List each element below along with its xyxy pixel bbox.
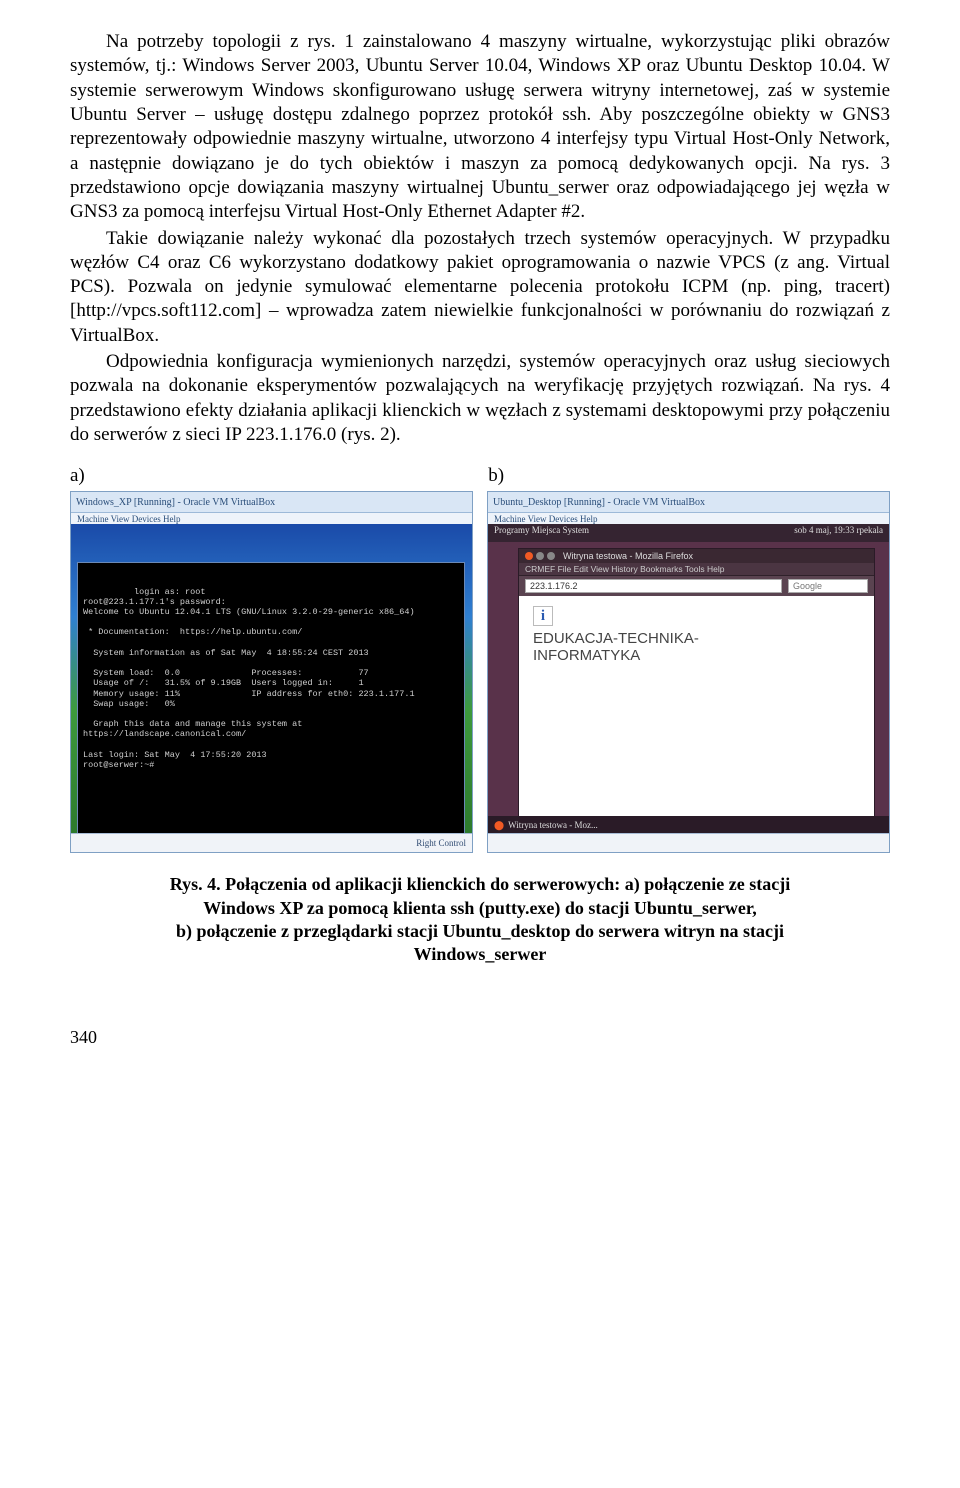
figure-caption: Rys. 4. Połączenia od aplikacji kliencki…: [70, 873, 890, 967]
page-heading-line2: INFORMATYKA: [533, 647, 860, 664]
firefox-viewport: i EDUKACJA-TECHNIKA- INFORMATYKA: [519, 596, 874, 816]
page-heading-line1: EDUKACJA-TECHNIKA-: [533, 630, 860, 647]
vbox-titlebar-b: Ubuntu_Desktop [Running] - Oracle VM Vir…: [488, 492, 889, 513]
ubuntu-desktop: Programy Miejsca System sob 4 maj, 19:33…: [488, 524, 889, 834]
caption-line4: Windows_serwer: [414, 944, 547, 964]
vbox-statusbar-b: [488, 833, 889, 852]
firefox-window[interactable]: Witryna testowa - Mozilla Firefox CRMEF …: [518, 548, 875, 817]
gnome-panel-right: sob 4 maj, 19:33 rpekala: [794, 525, 883, 541]
taskbar-entry[interactable]: Witryna testowa - Moz...: [508, 820, 598, 830]
caption-line1: Rys. 4. Połączenia od aplikacji kliencki…: [170, 874, 790, 894]
screenshot-ubuntu: Ubuntu_Desktop [Running] - Oracle VM Vir…: [487, 491, 890, 853]
paragraph-1: Na potrzeby topologii z rys. 1 zainstalo…: [70, 30, 890, 225]
firefox-titlebar: Witryna testowa - Mozilla Firefox: [519, 549, 874, 563]
vbox-title-a: Windows_XP [Running] - Oracle VM Virtual…: [76, 497, 275, 508]
subfigure-labels: a) b): [70, 465, 890, 487]
caption-line3: b) połączenie z przeglądarki stacji Ubun…: [176, 921, 784, 941]
search-field[interactable]: Google: [788, 579, 868, 593]
close-icon[interactable]: [525, 552, 533, 560]
gnome-panel-left: Programy Miejsca System: [494, 525, 589, 541]
paragraph-2: Takie dowiązanie należy wykonać dla pozo…: [70, 227, 890, 349]
address-bar[interactable]: 223.1.176.2: [525, 579, 782, 593]
label-a: a): [70, 465, 472, 487]
info-icon: i: [533, 606, 553, 626]
firefox-menubar[interactable]: CRMEF File Edit View History Bookmarks T…: [519, 563, 874, 576]
page-number: 340: [70, 1027, 890, 1048]
label-b: b): [480, 465, 890, 487]
putty-output: login as: root root@223.1.177.1's passwo…: [83, 587, 415, 770]
paragraph-3: Odpowiednia konfiguracja wymienionych na…: [70, 350, 890, 447]
caption-line2: Windows XP za pomocą klienta ssh (putty.…: [203, 898, 757, 918]
screenshots-row: Windows_XP [Running] - Oracle VM Virtual…: [70, 491, 890, 853]
vbox-statusbar-a: Right Control: [71, 833, 472, 852]
window-controls[interactable]: [525, 552, 555, 560]
host-key-label: Right Control: [416, 838, 466, 848]
vbox-titlebar-a: Windows_XP [Running] - Oracle VM Virtual…: [71, 492, 472, 513]
maximize-icon[interactable]: [547, 552, 555, 560]
screenshot-winxp: Windows_XP [Running] - Oracle VM Virtual…: [70, 491, 473, 853]
gnome-panel: Programy Miejsca System sob 4 maj, 19:33…: [488, 524, 889, 542]
xp-desktop: root@serwer: ~ login as: root root@223.1…: [71, 524, 472, 834]
vbox-title-b: Ubuntu_Desktop [Running] - Oracle VM Vir…: [493, 497, 705, 508]
gnome-taskbar: ⬤ Witryna testowa - Moz...: [488, 816, 889, 834]
firefox-title-text: Witryna testowa - Mozilla Firefox: [563, 551, 693, 561]
firefox-icon[interactable]: ⬤: [494, 820, 504, 831]
putty-terminal[interactable]: root@serwer: ~ login as: root root@223.1…: [77, 562, 465, 838]
firefox-toolbar: 223.1.176.2 Google: [519, 576, 874, 596]
minimize-icon[interactable]: [536, 552, 544, 560]
